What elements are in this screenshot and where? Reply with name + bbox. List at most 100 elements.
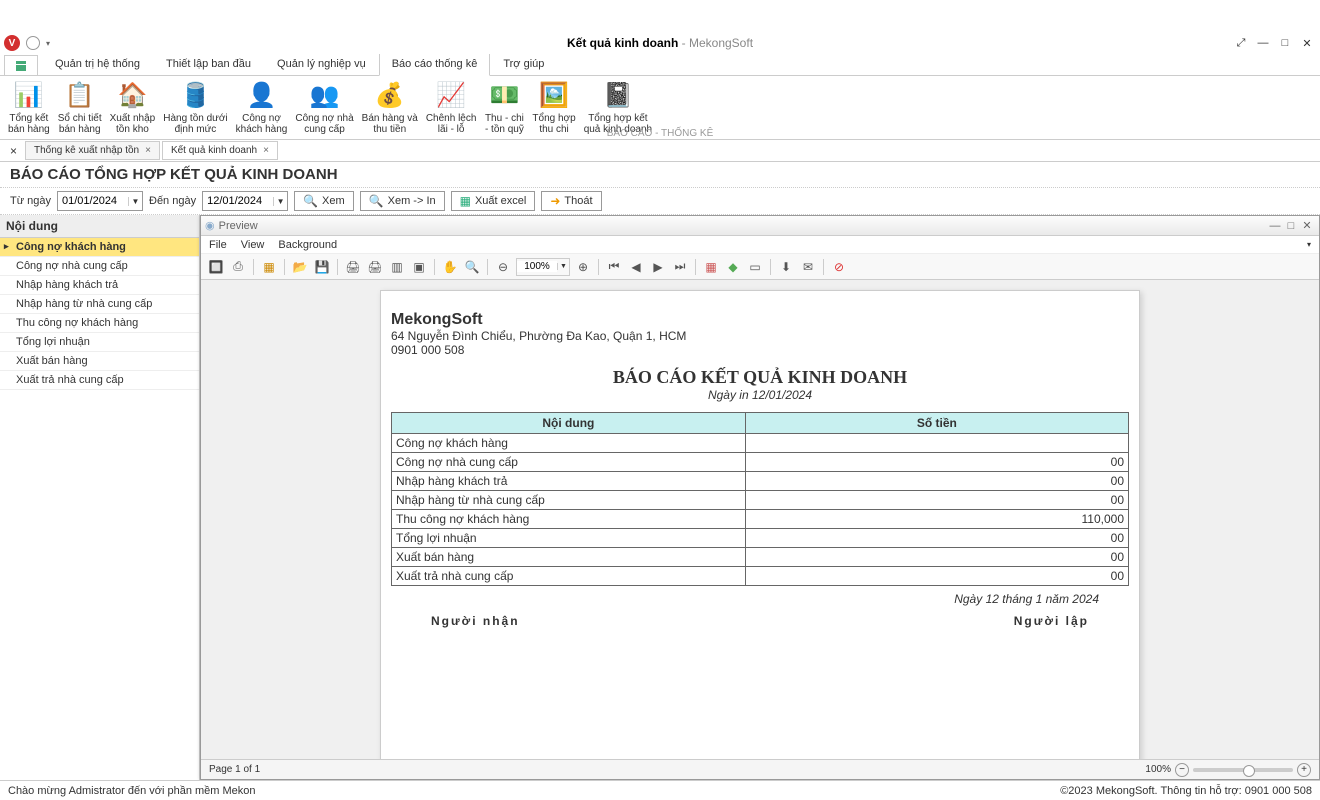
- report-table: Nội dung Số tiền Công nợ khách hàngCông …: [391, 412, 1129, 586]
- ribbon-group-label: BÁO CÁO - THỐNG KÊ: [0, 128, 1320, 139]
- status-right: ©2023 MekongSoft. Thông tin hỗ trợ: 0901…: [1060, 785, 1312, 797]
- search-icon: 🔍: [369, 194, 384, 208]
- preview-canvas[interactable]: MekongSoft 64 Nguyễn Đình Chiểu, Phường …: [201, 280, 1319, 759]
- grid-row[interactable]: Nhập hàng khách trả: [0, 276, 199, 295]
- grid-row[interactable]: Công nợ nhà cung cấp: [0, 257, 199, 276]
- grid-header[interactable]: Nội dung: [0, 215, 199, 238]
- menu-file[interactable]: File: [209, 239, 227, 251]
- tool-multipage-icon[interactable]: ▦: [702, 258, 720, 276]
- ribbon-tab-4[interactable]: Trợ giúp: [490, 53, 557, 75]
- col-content: Nội dung: [392, 413, 746, 434]
- preview-maximize-icon[interactable]: □: [1283, 220, 1299, 232]
- qat-button[interactable]: [26, 36, 40, 50]
- grid-row[interactable]: Nhập hàng từ nhà cung cấp: [0, 295, 199, 314]
- tool-export-icon[interactable]: ⬇: [777, 258, 795, 276]
- ribbon-toggle-icon[interactable]: ⤢: [1234, 36, 1248, 50]
- close-all-tabs[interactable]: ×: [4, 144, 23, 158]
- preview-minimize-icon[interactable]: —: [1267, 220, 1283, 232]
- tool-print-icon[interactable]: 🖨: [344, 258, 362, 276]
- from-date-value[interactable]: [58, 195, 128, 207]
- grid-row[interactable]: Công nợ khách hàng: [0, 238, 199, 257]
- nav-last-icon[interactable]: ⏭: [671, 258, 689, 276]
- tool-save-icon[interactable]: 💾: [313, 258, 331, 276]
- grid-row[interactable]: Xuất trả nhà cung cấp: [0, 371, 199, 390]
- ribbon-tab-3[interactable]: Báo cáo thống kê: [379, 53, 491, 76]
- to-date-input[interactable]: ▼: [202, 191, 288, 211]
- window-title: Kết quả kinh doanh - MekongSoft: [567, 36, 753, 50]
- report-row: Thu công nợ khách hàng110,000: [392, 510, 1129, 529]
- doc-tab-0[interactable]: Thống kê xuất nhập tồn×: [25, 141, 160, 160]
- zoom-minus-button[interactable]: −: [1175, 763, 1189, 777]
- view-button[interactable]: 🔍Xem: [294, 191, 354, 211]
- export-excel-button[interactable]: ▦Xuất excel: [451, 191, 536, 211]
- to-date-dropdown[interactable]: ▼: [273, 197, 287, 206]
- ribbon-icon: 📋: [64, 80, 96, 111]
- report-row: Nhập hàng khách trả00: [392, 472, 1129, 491]
- doc-tab-close[interactable]: ×: [263, 145, 269, 156]
- preview-close-icon[interactable]: ✕: [1299, 219, 1315, 232]
- from-date-dropdown[interactable]: ▼: [128, 197, 142, 206]
- from-date-label: Từ ngày: [10, 195, 51, 207]
- tool-pagesetup-icon[interactable]: ▥: [388, 258, 406, 276]
- preview-icon: ◉: [205, 219, 215, 232]
- zoom-plus-button[interactable]: +: [1297, 763, 1311, 777]
- titlebar: V ▾ Kết quả kinh doanh - MekongSoft ⤢ — …: [0, 32, 1320, 54]
- tool-scale-icon[interactable]: ▣: [410, 258, 428, 276]
- exit-icon: ➜: [550, 194, 560, 208]
- tool-search-icon[interactable]: 🔲: [207, 258, 225, 276]
- ribbon-tab-1[interactable]: Thiết lập ban đầu: [153, 53, 264, 75]
- report-foot-date: Ngày 12 tháng 1 năm 2024: [391, 592, 1129, 606]
- preview-menu: File View Background ▾: [201, 236, 1319, 254]
- ribbon-icon: 📊: [13, 80, 45, 111]
- tool-color-icon[interactable]: ◆: [724, 258, 742, 276]
- to-date-value[interactable]: [203, 195, 273, 207]
- tool-hand-icon[interactable]: ✋: [441, 258, 459, 276]
- tool-bookmark-icon[interactable]: ⎙: [229, 258, 247, 276]
- zoom-combo[interactable]: ▼: [516, 258, 570, 276]
- nav-next-icon[interactable]: ▶: [649, 258, 667, 276]
- ribbon-icon: 💰: [374, 80, 406, 111]
- grid-row[interactable]: Thu công nợ khách hàng: [0, 314, 199, 333]
- minimize-icon[interactable]: —: [1256, 36, 1270, 50]
- maximize-icon[interactable]: □: [1278, 36, 1292, 50]
- from-date-input[interactable]: ▼: [57, 191, 143, 211]
- tool-watermark-icon[interactable]: ▭: [746, 258, 764, 276]
- doc-tab-1[interactable]: Kết quả kinh doanh×: [162, 141, 278, 160]
- grid-row[interactable]: Xuất bán hàng: [0, 352, 199, 371]
- view-print-button[interactable]: 🔍Xem -> In: [360, 191, 445, 211]
- excel-icon: ▦: [460, 194, 471, 208]
- preview-statusbar: Page 1 of 1 100% − +: [201, 759, 1319, 779]
- tool-zoomout-icon[interactable]: ⊖: [494, 258, 512, 276]
- qat-dropdown[interactable]: ▾: [46, 39, 50, 48]
- report-row: Xuất trả nhà cung cấp00: [392, 567, 1129, 586]
- page-title: BÁO CÁO TỔNG HỢP KẾT QUẢ KINH DOANH: [0, 162, 1320, 187]
- tool-quickprint-icon[interactable]: 🖨: [366, 258, 384, 276]
- menu-background[interactable]: Background: [278, 239, 337, 251]
- ribbon-tabs: Quản trị hệ thốngThiết lập ban đầuQuản l…: [0, 54, 1320, 76]
- exit-button[interactable]: ➜Thoát: [541, 191, 601, 211]
- tool-zoomin-icon[interactable]: ⊕: [574, 258, 592, 276]
- file-tab[interactable]: [4, 55, 38, 75]
- tool-open-icon[interactable]: 📂: [291, 258, 309, 276]
- report-title: BÁO CÁO KẾT QUẢ KINH DOANH: [391, 367, 1129, 388]
- ribbon-tab-2[interactable]: Quản lý nghiệp vụ: [264, 53, 379, 75]
- doc-tab-close[interactable]: ×: [145, 145, 151, 156]
- menu-view[interactable]: View: [241, 239, 265, 251]
- to-date-label: Đến ngày: [149, 195, 196, 207]
- nav-first-icon[interactable]: ⏮: [605, 258, 623, 276]
- statusbar: Chào mừng Admistrator đến với phần mềm M…: [0, 780, 1320, 800]
- close-icon[interactable]: ✕: [1300, 36, 1314, 50]
- tool-closepreview-icon[interactable]: ⊘: [830, 258, 848, 276]
- ribbon-icon: 🏠: [116, 80, 148, 111]
- report-row: Công nợ khách hàng: [392, 434, 1129, 453]
- nav-prev-icon[interactable]: ◀: [627, 258, 645, 276]
- grid-row[interactable]: Tổng lợi nhuận: [0, 333, 199, 352]
- tool-thumbnails-icon[interactable]: ▦: [260, 258, 278, 276]
- ribbon-tab-0[interactable]: Quản trị hệ thống: [42, 53, 153, 75]
- status-left: Chào mừng Admistrator đến với phần mềm M…: [8, 785, 256, 797]
- tool-zoomtool-icon[interactable]: 🔍: [463, 258, 481, 276]
- report-row: Xuất bán hàng00: [392, 548, 1129, 567]
- zoom-slider[interactable]: [1193, 768, 1293, 772]
- menu-dropdown[interactable]: ▾: [1307, 240, 1311, 249]
- tool-email-icon[interactable]: ✉: [799, 258, 817, 276]
